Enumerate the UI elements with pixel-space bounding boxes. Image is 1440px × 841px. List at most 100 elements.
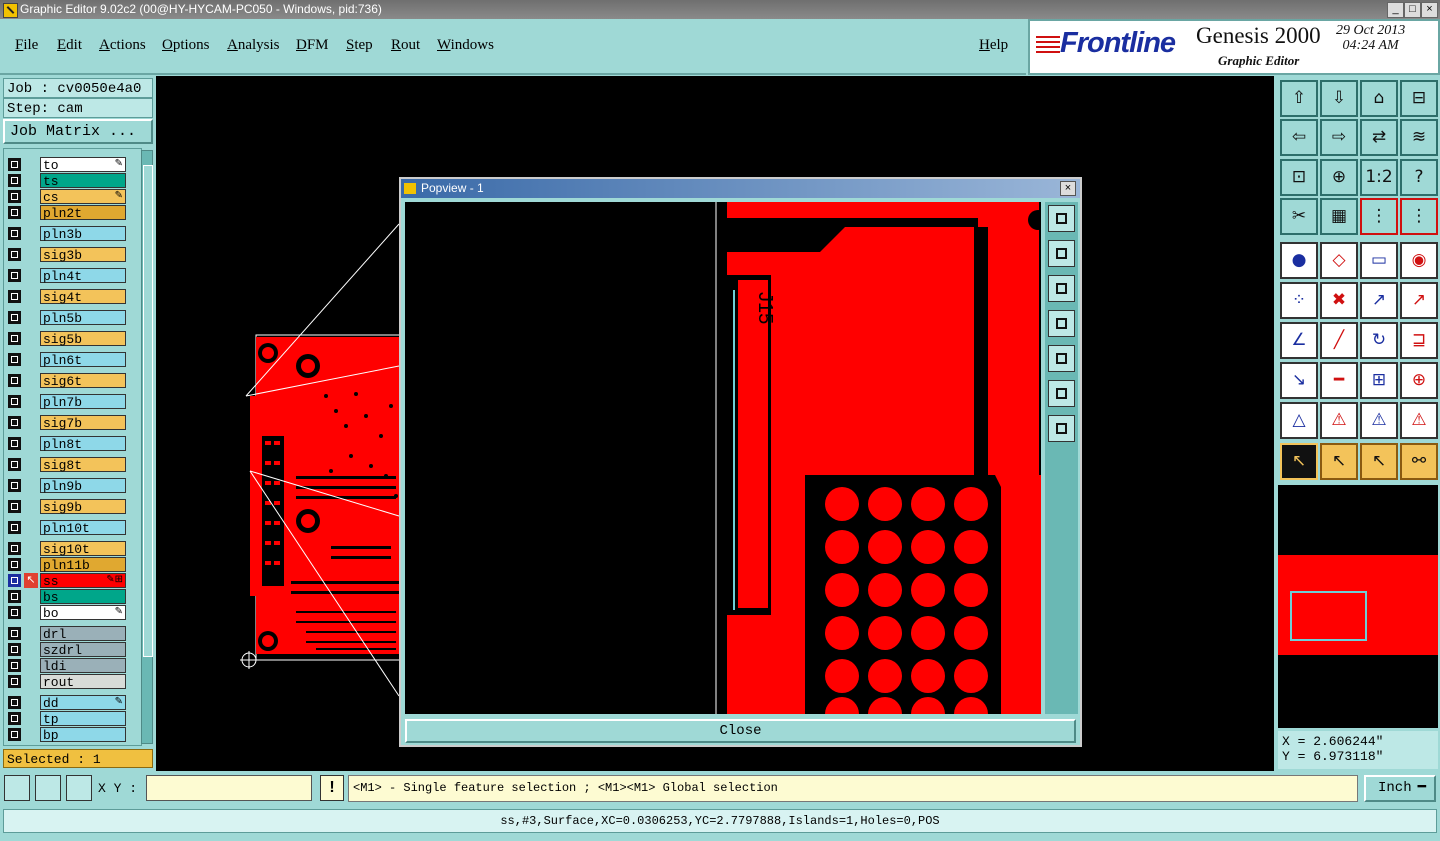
layer-checkbox[interactable]: [8, 558, 21, 571]
triangle-button[interactable]: △: [1280, 402, 1318, 439]
layer-name[interactable]: bs: [40, 589, 126, 605]
copy-button[interactable]: ↗: [1400, 282, 1438, 319]
popview-canvas[interactable]: J15: [405, 202, 1041, 714]
line-button[interactable]: ╱: [1320, 322, 1358, 359]
layer-row[interactable]: sig9b: [6, 499, 126, 515]
menu-step[interactable]: Step: [346, 37, 373, 54]
layer-name[interactable]: to: [40, 157, 126, 173]
arc-button[interactable]: ↻: [1360, 322, 1398, 359]
measure-angle-icon[interactable]: [35, 775, 61, 801]
warning-button[interactable]: !: [320, 775, 344, 801]
add-pad-button[interactable]: ●: [1280, 242, 1318, 279]
ruler-button[interactable]: ▭: [1360, 242, 1398, 279]
popview-zoom-icon[interactable]: [1048, 205, 1075, 232]
center-button[interactable]: ⊕: [1320, 159, 1358, 196]
connect-button[interactable]: ⁘: [1280, 282, 1318, 319]
layer-checkbox[interactable]: [8, 696, 21, 709]
select-arrow-button[interactable]: ↖: [1280, 443, 1318, 480]
layer-name[interactable]: pln8t: [40, 436, 126, 452]
popview-pan-left-icon[interactable]: [1048, 310, 1075, 337]
cut-line-button[interactable]: ━: [1320, 362, 1358, 399]
layer-color-button[interactable]: ⋮: [1360, 198, 1398, 235]
layer-checkbox[interactable]: [8, 574, 21, 587]
job-matrix-button[interactable]: Job Matrix ...: [3, 119, 153, 144]
pads-button[interactable]: ⊕: [1400, 362, 1438, 399]
pan-right-button[interactable]: ⇨: [1320, 119, 1358, 156]
popview-close-icon[interactable]: ×: [1060, 181, 1076, 196]
layer-name[interactable]: sig9b: [40, 499, 126, 515]
layer-row[interactable]: bp: [6, 727, 126, 743]
layer-color-2-button[interactable]: ⋮: [1400, 198, 1438, 235]
home-down-button[interactable]: ⇩: [1320, 80, 1358, 117]
layer-row[interactable]: szdrl: [6, 642, 126, 658]
menu-analysis[interactable]: Analysis: [227, 37, 280, 54]
popview-pan-up-icon[interactable]: [1048, 240, 1075, 267]
measure-box-button[interactable]: ⊞: [1360, 362, 1398, 399]
layer-row[interactable]: pln4t: [6, 268, 126, 284]
mirror-button[interactable]: ⊒: [1400, 322, 1438, 359]
layer-row[interactable]: pln11b: [6, 557, 126, 573]
close-window-button[interactable]: ×: [1421, 2, 1438, 18]
layer-checkbox[interactable]: [8, 590, 21, 603]
layer-name[interactable]: sig7b: [40, 415, 126, 431]
split-window-button[interactable]: ⊟: [1400, 80, 1438, 117]
layer-name[interactable]: cs: [40, 189, 126, 205]
layer-checkbox[interactable]: [8, 206, 21, 219]
menu-file[interactable]: File: [15, 37, 38, 54]
layer-checkbox[interactable]: [8, 500, 21, 513]
layer-checkbox[interactable]: [8, 248, 21, 261]
pan-left-button[interactable]: ⇦: [1280, 119, 1318, 156]
layer-row[interactable]: to ✎: [6, 157, 126, 173]
triangle-b-button[interactable]: ⚠: [1360, 402, 1398, 439]
layer-row[interactable]: cs ✎: [6, 189, 126, 205]
measure-button[interactable]: ✂: [1280, 198, 1318, 235]
xy-input[interactable]: [146, 775, 312, 801]
move-button[interactable]: ↗: [1360, 282, 1398, 319]
layer-name[interactable]: szdrl: [40, 642, 126, 658]
layer-name[interactable]: pln11b: [40, 557, 126, 573]
layer-row[interactable]: pln10t: [6, 520, 126, 536]
layer-checkbox[interactable]: [8, 542, 21, 555]
layer-checkbox[interactable]: [8, 675, 21, 688]
one-to-one-button[interactable]: 1:2: [1360, 159, 1398, 196]
menu-dfm[interactable]: DFM: [296, 37, 329, 54]
layer-checkbox[interactable]: [8, 521, 21, 534]
layer-name[interactable]: drl: [40, 626, 126, 642]
maximize-button[interactable]: □: [1404, 2, 1421, 18]
layer-checkbox[interactable]: [8, 627, 21, 640]
snap-grid-icon[interactable]: [66, 775, 92, 801]
home-up-button[interactable]: ⇧: [1280, 80, 1318, 117]
layer-checkbox[interactable]: [8, 416, 21, 429]
layer-name[interactable]: rout: [40, 674, 126, 690]
layer-checkbox[interactable]: [8, 174, 21, 187]
layer-row[interactable]: pln5b: [6, 310, 126, 326]
layer-name[interactable]: pln5b: [40, 310, 126, 326]
layer-name[interactable]: sig5b: [40, 331, 126, 347]
layer-name[interactable]: pln10t: [40, 520, 126, 536]
layer-checkbox[interactable]: [8, 353, 21, 366]
layer-name[interactable]: pln4t: [40, 268, 126, 284]
layer-checkbox[interactable]: [8, 374, 21, 387]
layer-name[interactable]: ts: [40, 173, 126, 189]
overview-map[interactable]: [1278, 485, 1438, 728]
popview-center-icon[interactable]: [1048, 415, 1075, 442]
menu-options[interactable]: Options: [162, 37, 210, 54]
layer-row[interactable]: pln2t: [6, 205, 126, 221]
popview-fit-icon[interactable]: [1048, 380, 1075, 407]
layer-checkbox[interactable]: [8, 190, 21, 203]
layer-name[interactable]: ldi: [40, 658, 126, 674]
layer-row[interactable]: pln6t: [6, 352, 126, 368]
triangle-a-button[interactable]: ⚠: [1320, 402, 1358, 439]
menu-rout[interactable]: Rout: [391, 37, 420, 54]
layer-checkbox[interactable]: [8, 437, 21, 450]
layer-name[interactable]: dd: [40, 695, 126, 711]
menu-help[interactable]: Help: [979, 37, 1008, 54]
layer-name[interactable]: pln6t: [40, 352, 126, 368]
layer-checkbox[interactable]: [8, 659, 21, 672]
layer-name[interactable]: sig4t: [40, 289, 126, 305]
layer-name[interactable]: bp: [40, 727, 126, 743]
home-button[interactable]: ⌂: [1360, 80, 1398, 117]
layer-row[interactable]: bs: [6, 589, 126, 605]
layer-checkbox[interactable]: [8, 606, 21, 619]
layer-row[interactable]: bo ✎: [6, 605, 126, 621]
